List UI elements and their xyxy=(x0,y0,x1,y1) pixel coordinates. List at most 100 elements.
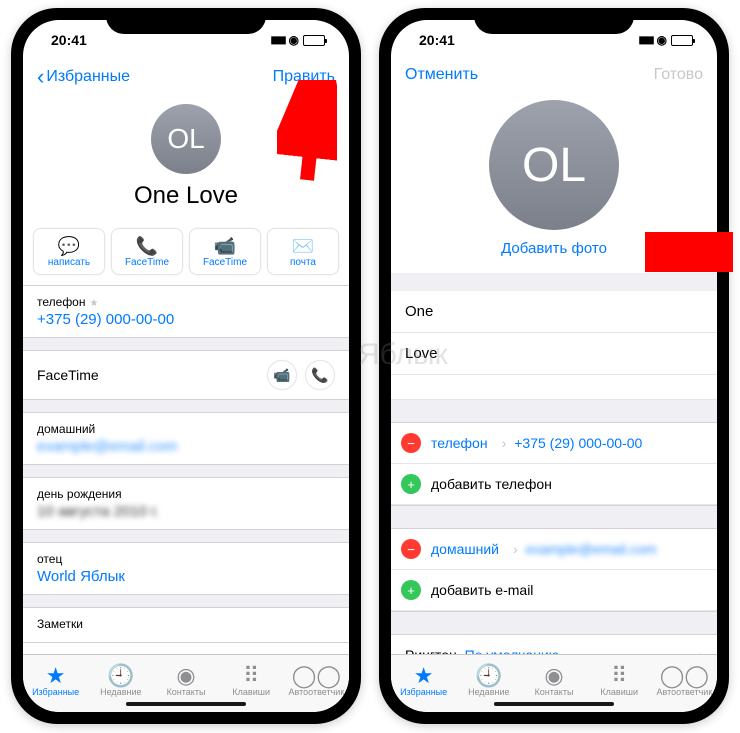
signal-icon xyxy=(271,34,285,46)
star-icon: ★ xyxy=(23,665,88,687)
status-time: 20:41 xyxy=(419,32,455,48)
star-icon: ★ xyxy=(90,298,99,309)
tab-recents[interactable]: 🕘Недавние xyxy=(456,665,521,697)
facetime-video-icon-button[interactable]: 📹 xyxy=(267,360,297,390)
battery-icon xyxy=(303,35,325,46)
wifi-icon xyxy=(657,33,667,47)
content-area: OL Добавить фото One Love − телефон › +3… xyxy=(391,94,717,654)
avatar[interactable]: OL xyxy=(489,100,619,230)
add-icon: + xyxy=(401,580,421,600)
message-label: написать xyxy=(48,257,90,268)
last-name-input[interactable]: Love xyxy=(391,333,717,375)
tab-voicemail[interactable]: ◯◯Автоответчик xyxy=(284,665,349,697)
facetime-audio-button[interactable]: 📞 FaceTime xyxy=(111,228,183,275)
signal-icon xyxy=(639,34,653,46)
email-label: домашний xyxy=(37,422,335,436)
facetime-call-icon-button[interactable]: 📞 xyxy=(305,360,335,390)
chevron-right-icon: › xyxy=(502,435,507,451)
mail-button[interactable]: ✉️ почта xyxy=(267,228,339,275)
keypad-icon: ⠿ xyxy=(587,665,652,687)
tab-recents[interactable]: 🕘Недавние xyxy=(88,665,153,697)
ringtone-label: Рингтон xyxy=(405,647,457,654)
tab-contacts[interactable]: ◉Контакты xyxy=(521,665,586,697)
actions-row: 💬 написать 📞 FaceTime 📹 FaceTime ✉️ почт… xyxy=(23,222,349,285)
back-button[interactable]: ‹ Избранные xyxy=(37,66,130,88)
person-icon: ◉ xyxy=(153,665,218,687)
phone-value-hidden: 000-00-00 xyxy=(578,435,642,451)
tab-keypad[interactable]: ⠿Клавиши xyxy=(587,665,652,697)
notch xyxy=(474,8,634,34)
phone-icon: 📞 xyxy=(114,237,180,255)
done-button[interactable]: Готово xyxy=(654,66,703,84)
add-email-label: добавить e-mail xyxy=(431,582,533,598)
phone-label: телефон xyxy=(37,295,86,309)
phone-type[interactable]: телефон xyxy=(431,435,488,451)
facetime-video-button[interactable]: 📹 FaceTime xyxy=(189,228,261,275)
birthday-label: день рождения xyxy=(37,487,335,501)
email-cell[interactable]: домашний example@email.com xyxy=(23,413,349,464)
status-icons xyxy=(639,33,694,47)
remove-icon[interactable]: − xyxy=(401,539,421,559)
phone-edit-row[interactable]: − телефон › +375 (29) 000-00-00+375 (29)… xyxy=(391,423,717,464)
message-button[interactable]: 💬 написать xyxy=(33,228,105,275)
tab-keypad[interactable]: ⠿Клавиши xyxy=(219,665,284,697)
cancel-button[interactable]: Отменить xyxy=(405,66,478,84)
father-cell[interactable]: отец World Яблык xyxy=(23,543,349,594)
ringtone-value: По умолчанию xyxy=(465,647,560,654)
phone-cell[interactable]: телефон★ +375 (29) 000-00-00+375 (29) 00… xyxy=(23,286,349,337)
keypad-icon: ⠿ xyxy=(219,665,284,687)
status-time: 20:41 xyxy=(51,32,87,48)
arrow-annotation-icon xyxy=(277,80,337,190)
notes-label: Заметки xyxy=(37,617,335,631)
add-email-row[interactable]: + добавить e-mail xyxy=(391,570,717,611)
birthday-cell: день рождения 10 августа 2010 г. xyxy=(23,478,349,529)
father-label: отец xyxy=(37,552,335,566)
tab-voicemail[interactable]: ◯◯Автоответчик xyxy=(652,665,717,697)
add-icon: + xyxy=(401,474,421,494)
back-label: Избранные xyxy=(46,68,130,86)
star-icon: ★ xyxy=(391,665,456,687)
home-indicator[interactable] xyxy=(494,702,614,706)
facetime-label: FaceTime xyxy=(37,367,99,383)
avatar: OL xyxy=(151,104,221,174)
message-icon: 💬 xyxy=(36,237,102,255)
tab-favorites[interactable]: ★Избранные xyxy=(23,665,88,697)
add-phone-row[interactable]: + добавить телефон xyxy=(391,464,717,505)
status-icons xyxy=(271,33,326,47)
nav-bar: Отменить Готово xyxy=(391,60,717,94)
phone-frame-right: 20:41 Отменить Готово OL Добавить фото O… xyxy=(379,8,729,724)
battery-icon xyxy=(671,35,693,46)
father-value: World Яблык xyxy=(37,568,125,585)
phone-value-hidden: 000-00-00 xyxy=(106,311,174,328)
mail-icon: ✉️ xyxy=(270,237,336,255)
company-apple-icon[interactable] xyxy=(391,375,717,400)
remove-icon[interactable]: − xyxy=(401,433,421,453)
first-name-input[interactable]: One xyxy=(391,291,717,333)
video-icon: 📹 xyxy=(192,237,258,255)
notch xyxy=(106,8,266,34)
facetime-cell: FaceTime 📹 📞 xyxy=(23,351,349,399)
clock-icon: 🕘 xyxy=(456,665,521,687)
screen-right: 20:41 Отменить Готово OL Добавить фото O… xyxy=(391,20,717,712)
add-phone-label: добавить телефон xyxy=(431,476,552,492)
chevron-right-icon: › xyxy=(513,541,518,557)
name-fields: One Love xyxy=(391,291,717,400)
birthday-value: 10 августа 2010 г. xyxy=(37,503,159,520)
facetime-audio-label: FaceTime xyxy=(125,257,169,268)
clock-icon: 🕘 xyxy=(88,665,153,687)
phone-frame-left: 20:41 ‹ Избранные Править OL One Love xyxy=(11,8,361,724)
wifi-icon xyxy=(289,33,299,47)
ringtone-row[interactable]: Рингтон По умолчанию › xyxy=(391,634,717,654)
email-edit-row[interactable]: − домашний › example@email.com xyxy=(391,529,717,570)
email-type[interactable]: домашний xyxy=(431,541,499,557)
email-value: example@email.com xyxy=(526,541,657,557)
notes-cell[interactable]: Заметки xyxy=(23,608,349,642)
tab-contacts[interactable]: ◉Контакты xyxy=(153,665,218,697)
chevron-left-icon: ‹ xyxy=(37,66,44,88)
voicemail-icon: ◯◯ xyxy=(652,665,717,687)
email-value: example@email.com xyxy=(37,438,177,455)
home-indicator[interactable] xyxy=(126,702,246,706)
tab-favorites[interactable]: ★Избранные xyxy=(391,665,456,697)
arrow-annotation-icon xyxy=(645,232,735,272)
person-icon: ◉ xyxy=(521,665,586,687)
